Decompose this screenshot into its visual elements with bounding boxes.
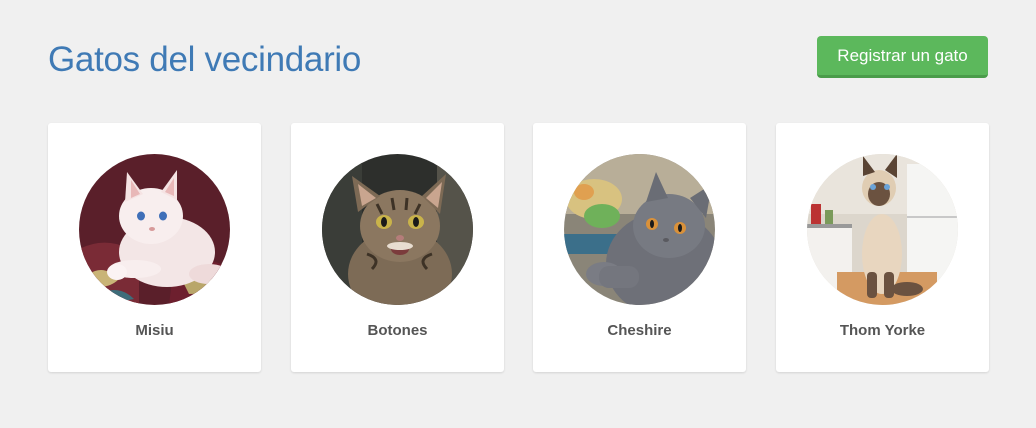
cat-avatar[interactable] [807,154,958,305]
siamese-cat-photo-icon [807,154,958,305]
cat-card-thom-yorke[interactable]: Thom Yorke [776,123,989,372]
cat-card-botones[interactable]: Botones [291,123,504,372]
page-title: Gatos del vecindario [48,40,362,79]
gray-cat-photo-icon [564,154,715,305]
cat-name[interactable]: Botones [291,322,504,339]
cat-name[interactable]: Cheshire [533,322,746,339]
cat-name[interactable]: Thom Yorke [776,322,989,339]
cat-name[interactable]: Misiu [48,322,261,339]
register-cat-button[interactable]: Registrar un gato [817,36,988,78]
cat-avatar[interactable] [79,154,230,305]
cat-avatar[interactable] [322,154,473,305]
page: Gatos del vecindario Registrar un gato M… [0,0,1036,428]
cat-card-misiu[interactable]: Misiu [48,123,261,372]
tabby-kitten-photo-icon [322,154,473,305]
white-cat-photo-icon [79,154,230,305]
cat-avatar[interactable] [564,154,715,305]
cat-card-cheshire[interactable]: Cheshire [533,123,746,372]
